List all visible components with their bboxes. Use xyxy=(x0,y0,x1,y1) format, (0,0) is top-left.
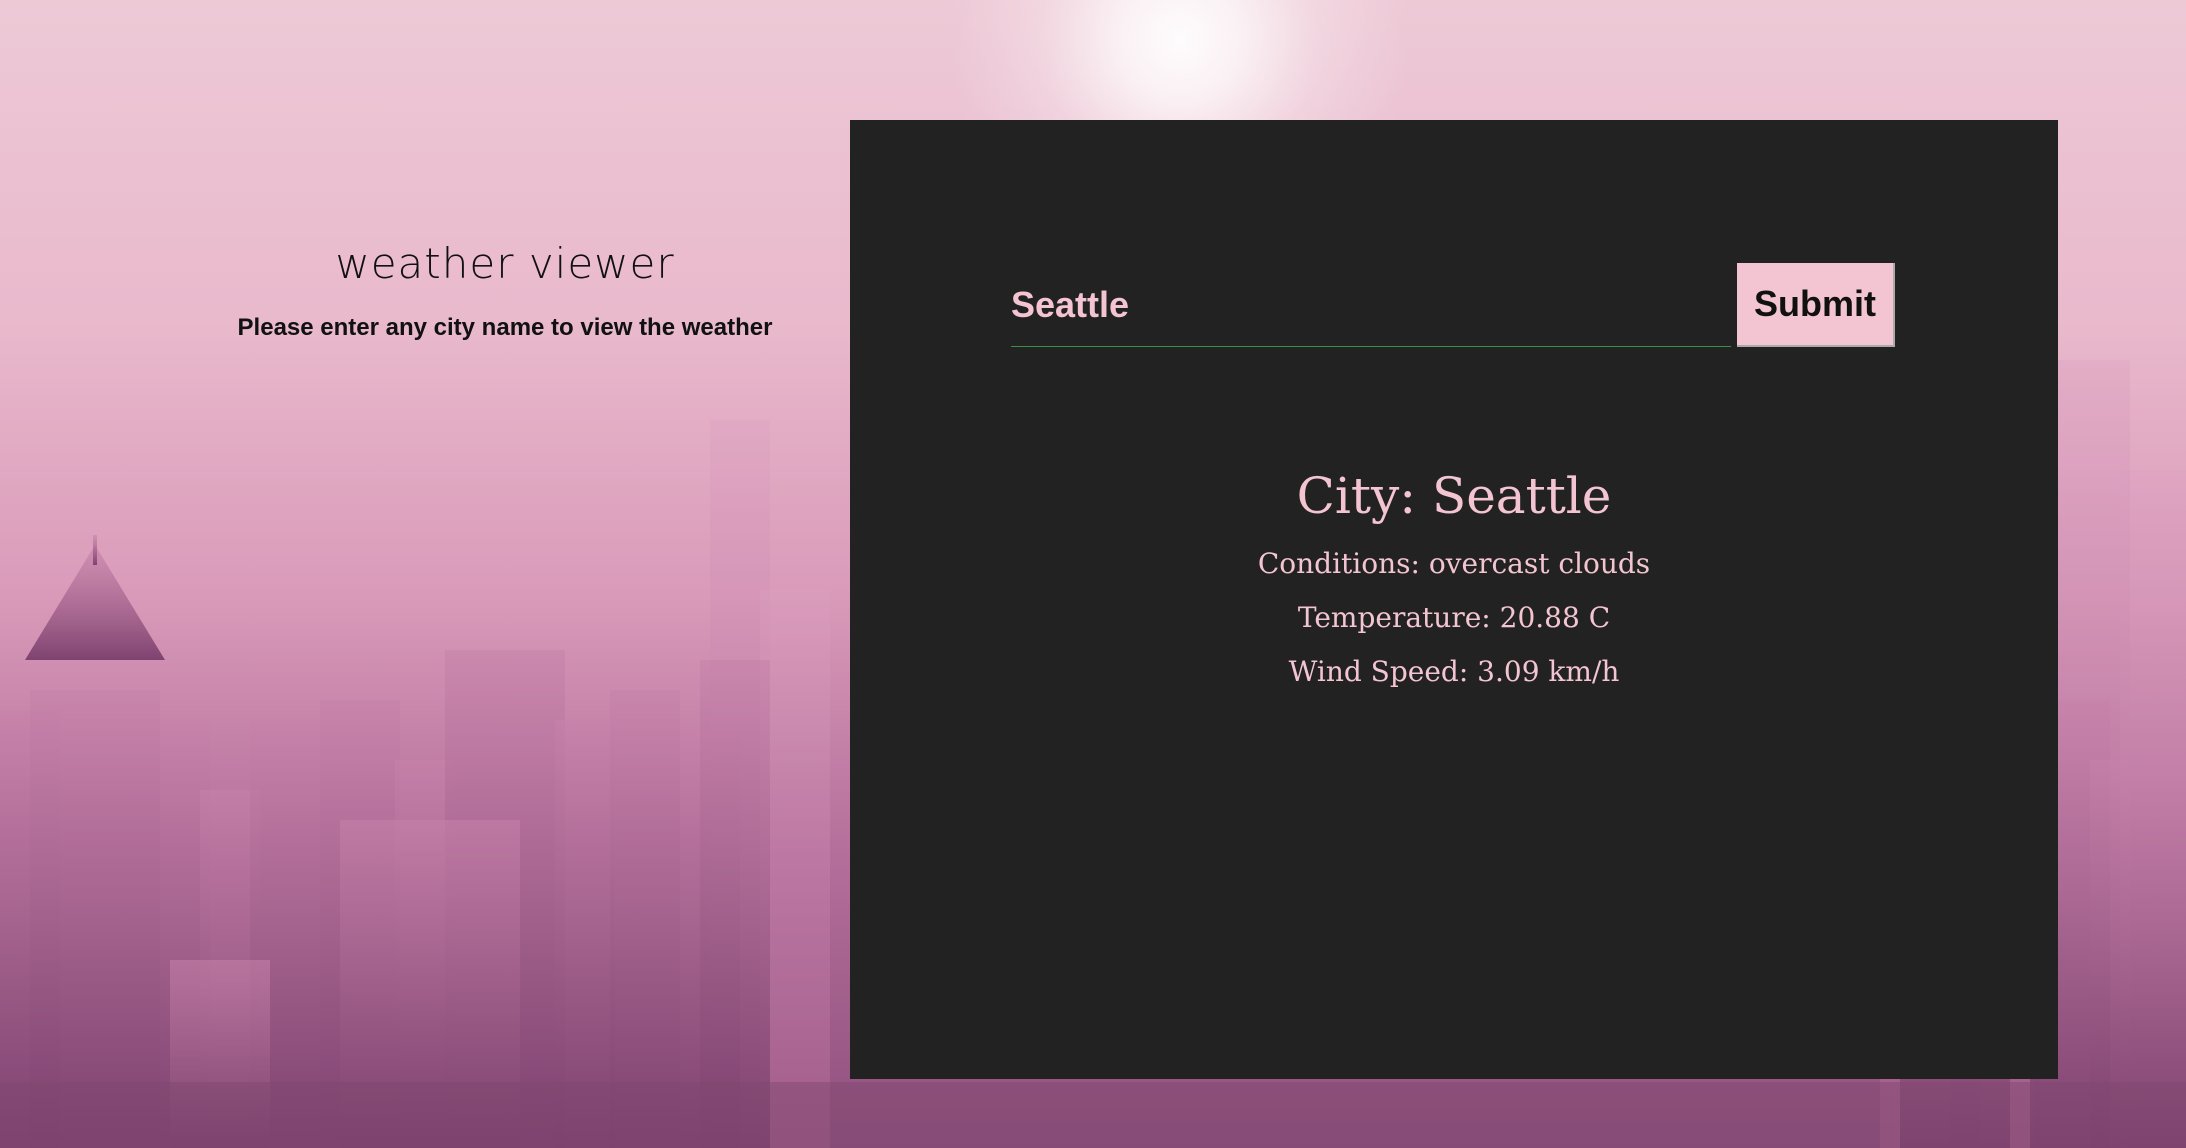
result-temperature: Temperature: 20.88 C xyxy=(1297,601,1611,634)
page-subtitle: Please enter any city name to view the w… xyxy=(237,314,773,341)
page-title: weather viewer xyxy=(335,239,675,288)
weather-results: City: Seattle Conditions: overcast cloud… xyxy=(850,460,2058,694)
result-wind-speed: Wind Speed: 3.09 km/h xyxy=(1288,655,1620,688)
intro-panel: weather viewer Please enter any city nam… xyxy=(205,232,805,342)
submit-button[interactable]: Submit xyxy=(1737,263,1895,347)
result-conditions: Conditions: overcast clouds xyxy=(1257,547,1651,580)
city-search-form: Submit xyxy=(1011,263,2041,349)
city-input[interactable] xyxy=(1011,263,1731,347)
weather-card: Submit City: Seattle Conditions: overcas… xyxy=(850,120,2058,1079)
result-city: City: Seattle xyxy=(1296,467,1612,525)
